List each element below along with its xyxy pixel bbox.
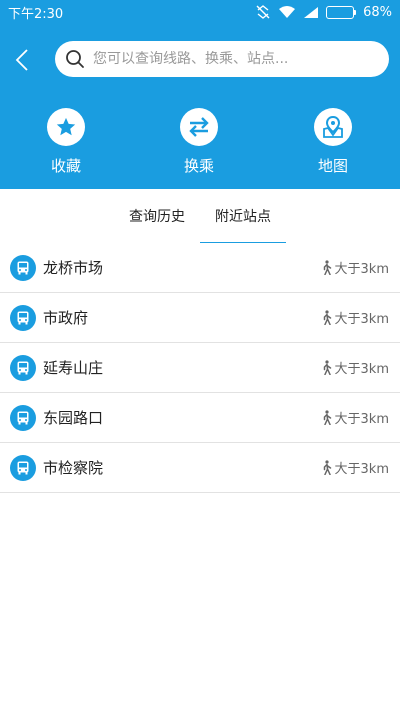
distance-text: 大于3km xyxy=(334,262,389,277)
stop-name: 延寿山庄 xyxy=(43,359,104,377)
chevron-left-icon xyxy=(15,49,28,71)
battery-percent: 68% xyxy=(363,4,392,20)
stop-distance: 大于3km xyxy=(321,258,389,277)
walk-icon xyxy=(321,360,332,375)
search-box[interactable] xyxy=(55,41,389,77)
wifi-icon xyxy=(278,5,296,19)
stop-name: 龙桥市场 xyxy=(43,259,104,277)
transfer-button[interactable]: 换乘 xyxy=(159,108,239,176)
status-icons: 68% xyxy=(255,4,392,20)
back-button[interactable] xyxy=(8,44,36,76)
transfer-label: 换乘 xyxy=(183,157,214,175)
map-pin-icon xyxy=(323,115,343,138)
status-time: 下午2:30 xyxy=(8,6,64,22)
bus-icon xyxy=(10,254,36,281)
status-bar: 下午2:30 68% xyxy=(0,0,400,24)
map-button[interactable]: 地图 xyxy=(293,108,373,176)
distance-text: 大于3km xyxy=(334,362,389,377)
walk-icon xyxy=(321,260,332,275)
stop-list: 龙桥市场 大于3km 市政府 大于3km 延寿山庄 大于3km 东园路口 大于3… xyxy=(0,243,400,493)
walk-icon xyxy=(321,310,332,325)
tab-search-history[interactable]: 查询历史 xyxy=(114,189,200,243)
list-item[interactable]: 延寿山庄 大于3km xyxy=(0,343,400,393)
search-input[interactable] xyxy=(93,51,363,67)
distance-text: 大于3km xyxy=(334,312,389,327)
stop-distance: 大于3km xyxy=(321,308,389,327)
transfer-arrows-icon xyxy=(189,117,209,137)
stop-name: 东园路口 xyxy=(43,409,104,427)
distance-text: 大于3km xyxy=(334,412,389,427)
list-item[interactable]: 市政府 大于3km xyxy=(0,293,400,343)
stop-name: 市检察院 xyxy=(43,459,104,477)
walk-icon xyxy=(321,460,332,475)
favorites-button[interactable]: 收藏 xyxy=(26,108,106,176)
tab-nearby-stops[interactable]: 附近站点 xyxy=(200,189,286,243)
bus-icon xyxy=(10,454,36,481)
stop-distance: 大于3km xyxy=(321,408,389,427)
map-label: 地图 xyxy=(317,157,348,175)
search-icon xyxy=(66,50,84,68)
star-icon xyxy=(56,117,76,136)
tab-bar: 查询历史 附近站点 xyxy=(0,189,400,243)
bus-icon xyxy=(10,404,36,431)
signal-icon xyxy=(303,6,319,19)
list-item[interactable]: 市检察院 大于3km xyxy=(0,443,400,493)
stop-distance: 大于3km xyxy=(321,458,389,477)
stop-distance: 大于3km xyxy=(321,358,389,377)
header: 下午2:30 68% 收藏 xyxy=(0,0,400,189)
quick-actions: 收藏 换乘 地图 xyxy=(0,108,400,178)
rotation-lock-icon xyxy=(255,4,271,20)
list-item[interactable]: 龙桥市场 大于3km xyxy=(0,243,400,293)
bus-icon xyxy=(10,304,36,331)
battery-icon xyxy=(326,5,357,19)
distance-text: 大于3km xyxy=(334,462,389,477)
list-item[interactable]: 东园路口 大于3km xyxy=(0,393,400,443)
bus-icon xyxy=(10,354,36,381)
walk-icon xyxy=(321,410,332,425)
stop-name: 市政府 xyxy=(43,309,89,327)
favorites-label: 收藏 xyxy=(50,157,81,175)
